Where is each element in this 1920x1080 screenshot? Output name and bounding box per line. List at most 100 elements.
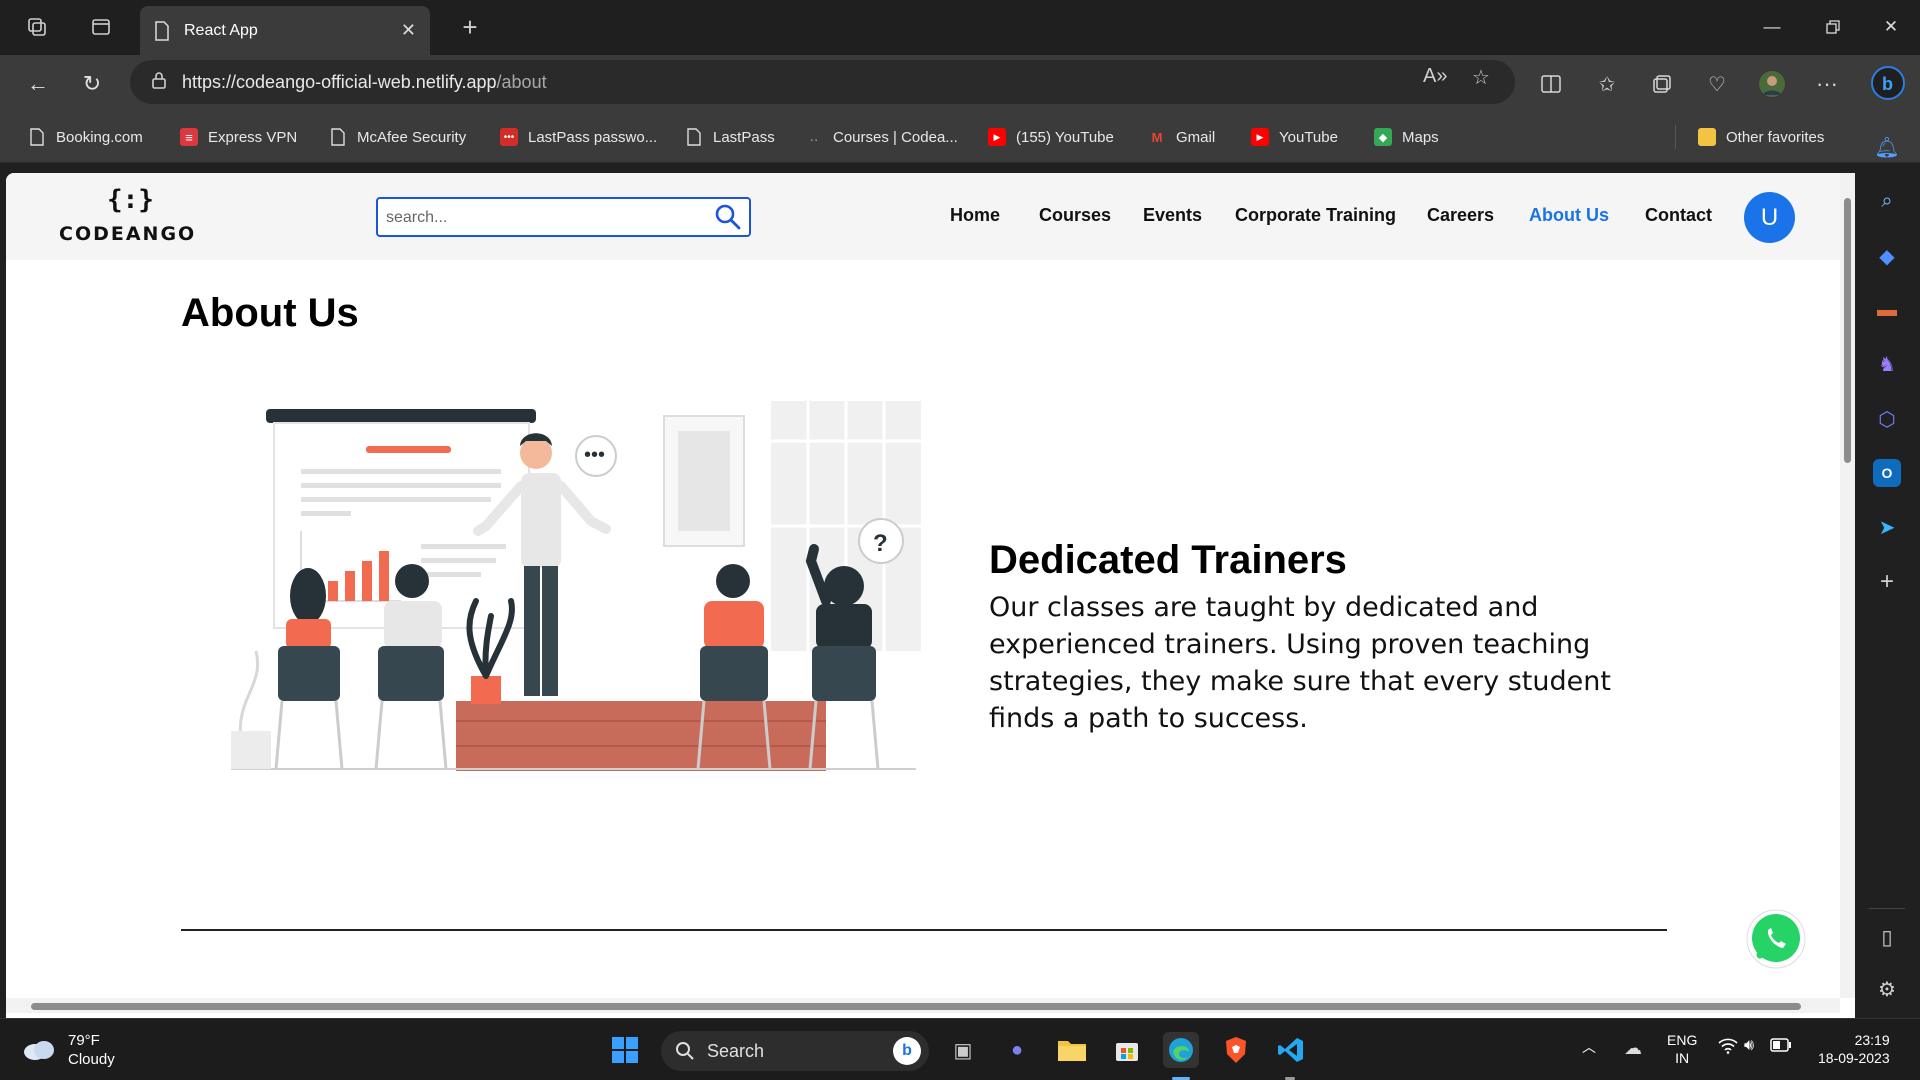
weather-widget[interactable]: 79°F Cloudy	[22, 1031, 115, 1069]
bing-icon: b	[893, 1037, 921, 1065]
battery-icon[interactable]	[1770, 1038, 1792, 1056]
address-bar[interactable]: https://codeango-official-web.netlify.ap…	[130, 60, 1515, 104]
page-icon	[28, 128, 46, 146]
start-windows-icon[interactable]	[607, 1032, 643, 1068]
read-aloud-icon[interactable]: A»	[1423, 65, 1447, 88]
vertical-scroll-thumb[interactable]	[1844, 198, 1851, 463]
back-icon[interactable]: ←	[21, 67, 55, 101]
favorite-youtube[interactable]: ▶ YouTube	[1251, 125, 1338, 149]
browser-essentials-icon[interactable]: ♡	[1702, 69, 1732, 99]
hide-sidebar-icon[interactable]: ▯	[1873, 923, 1901, 951]
more-options-icon[interactable]: ···	[1812, 69, 1842, 99]
workspaces-icon[interactable]	[22, 12, 52, 42]
clock[interactable]: 23:19 18-09-2023	[1818, 1031, 1890, 1067]
onedrive-cloud-icon[interactable]: ☁	[1624, 1038, 1642, 1059]
cloud-icon	[24, 1041, 54, 1060]
favorites-icon[interactable]: ✩	[1592, 69, 1622, 99]
profile-avatar-icon[interactable]	[1757, 69, 1787, 99]
page-icon	[685, 128, 703, 146]
favorite-courses-codeango[interactable]: ‥ Courses | Codea...	[805, 125, 958, 149]
favorite-label: Express VPN	[208, 128, 298, 146]
bing-copilot-icon[interactable]: b	[1870, 65, 1906, 101]
horizontal-scrollbar[interactable]	[6, 998, 1840, 1013]
logo-mark: {:}	[107, 185, 154, 215]
codeango-icon: ‥	[809, 129, 819, 144]
settings-gear-icon[interactable]: ⚙	[1873, 975, 1901, 1003]
favorite-star-icon[interactable]: ☆	[1472, 65, 1490, 90]
url-host: https://codeango-official-web.netlify.ap…	[182, 71, 497, 92]
gmail-icon: M	[1151, 129, 1163, 145]
language-code: ENG	[1667, 1032, 1698, 1048]
language-indicator[interactable]: ENG IN	[1667, 1031, 1697, 1067]
outlook-icon[interactable]: O	[1873, 459, 1901, 487]
shopping-tag-icon[interactable]: ◆	[1873, 242, 1901, 270]
search-icon[interactable]	[713, 202, 743, 232]
add-sidebar-app-icon[interactable]: +	[1873, 568, 1901, 596]
tab-actions-icon[interactable]	[86, 12, 116, 42]
collections-icon[interactable]	[1647, 69, 1677, 99]
user-avatar[interactable]: U	[1744, 192, 1795, 243]
favorite-mcafee[interactable]: McAfee Security	[329, 125, 466, 149]
search-input[interactable]	[386, 205, 706, 231]
favorite-label: Courses | Codea...	[833, 128, 958, 146]
drop-icon[interactable]: ➤	[1873, 513, 1901, 541]
page-title: About Us	[181, 291, 359, 335]
show-hidden-icons-chevron-icon[interactable]: ︿	[1582, 1037, 1596, 1057]
taskbar-search[interactable]: Search b	[661, 1031, 929, 1071]
file-explorer-icon[interactable]	[1054, 1032, 1090, 1068]
brave-browser-icon[interactable]	[1218, 1032, 1254, 1068]
close-window-icon[interactable]: ✕	[1871, 10, 1911, 44]
microsoft-store-icon[interactable]	[1109, 1032, 1145, 1068]
split-screen-icon[interactable]	[1536, 69, 1566, 99]
games-icon[interactable]: ♞	[1873, 350, 1901, 378]
task-view-icon[interactable]: ▣	[945, 1032, 981, 1068]
favorite-lastpass-password[interactable]: ••• LastPass passwo...	[500, 125, 657, 149]
svg-text:b: b	[1882, 74, 1893, 94]
vertical-scrollbar[interactable]	[1840, 173, 1855, 998]
edge-browser-icon[interactable]	[1163, 1032, 1199, 1068]
nav-courses[interactable]: Courses	[1039, 205, 1111, 226]
classroom-illustration: ••• ?	[231, 401, 921, 771]
whatsapp-icon[interactable]	[1745, 908, 1807, 970]
favorite-label: (155) YouTube	[1016, 128, 1114, 146]
favorite-expressvpn[interactable]: ≡ Express VPN	[180, 125, 297, 149]
refresh-icon[interactable]: ↻	[75, 67, 109, 101]
nav-contact[interactable]: Contact	[1645, 205, 1712, 226]
favorite-gmail[interactable]: M Gmail	[1148, 125, 1216, 149]
notifications-bell-icon[interactable]: 🔔︎	[1873, 133, 1901, 161]
tab-react-app[interactable]: React App ✕	[140, 6, 430, 55]
section-divider	[181, 929, 1667, 931]
close-tab-icon[interactable]: ✕	[401, 20, 416, 41]
restore-icon[interactable]	[1813, 10, 1853, 44]
search-icon[interactable]: ⌕	[1873, 187, 1901, 215]
nav-careers[interactable]: Careers	[1427, 205, 1494, 226]
favorite-booking[interactable]: Booking.com	[28, 125, 143, 149]
nav-events[interactable]: Events	[1143, 205, 1202, 226]
teams-chat-icon[interactable]: ●	[999, 1032, 1035, 1068]
favorite-label: McAfee Security	[357, 128, 467, 146]
volume-icon[interactable]: 🔊︎	[1744, 1037, 1754, 1055]
favorite-youtube-155[interactable]: ▶ (155) YouTube	[988, 125, 1114, 149]
wifi-icon[interactable]	[1718, 1038, 1738, 1059]
new-tab-icon[interactable]: +	[455, 12, 485, 42]
vscode-icon[interactable]	[1273, 1032, 1309, 1068]
page-icon	[329, 128, 347, 146]
page-viewport: {:} CODEANGO Home Courses Events Corpora…	[6, 173, 1855, 1018]
clock-time: 23:19	[1854, 1032, 1890, 1048]
microsoft-365-icon[interactable]: ⬡	[1873, 405, 1901, 433]
favorite-maps[interactable]: ◆ Maps	[1374, 125, 1439, 149]
nav-home[interactable]: Home	[950, 205, 1000, 226]
other-favorites[interactable]: Other favorites	[1698, 125, 1824, 149]
expressvpn-icon: ≡	[180, 128, 198, 146]
site-header: {:} CODEANGO Home Courses Events Corpora…	[6, 173, 1855, 260]
horizontal-scroll-thumb[interactable]	[31, 1003, 1801, 1010]
nav-corporate-training[interactable]: Corporate Training	[1235, 205, 1396, 226]
tools-briefcase-icon[interactable]: ▬	[1873, 296, 1901, 324]
favorite-lastpass[interactable]: LastPass	[685, 125, 775, 149]
codeango-logo[interactable]: {:} CODEANGO	[59, 185, 199, 247]
taskbar-search-label: Search	[707, 1040, 765, 1061]
browser-titlebar: React App ✕ + — ✕	[0, 0, 1920, 55]
minimize-icon[interactable]: —	[1752, 10, 1792, 44]
youtube-icon: ▶	[1251, 128, 1269, 146]
nav-about-us[interactable]: About Us	[1529, 205, 1609, 226]
